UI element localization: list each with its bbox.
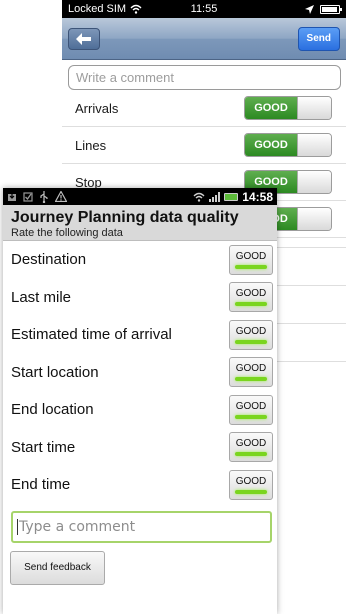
ios-navbar: Send <box>62 18 346 60</box>
warning-icon <box>55 191 67 202</box>
ios-row-label: Lines <box>75 137 107 153</box>
wifi-icon <box>130 4 142 14</box>
rating-label: End location <box>11 401 94 419</box>
on-indicator <box>235 302 267 307</box>
send-button[interactable]: Send <box>297 26 340 51</box>
on-indicator <box>235 377 267 382</box>
text-cursor <box>17 518 18 535</box>
back-button[interactable] <box>68 27 100 50</box>
page-subtitle: Rate the following data <box>11 227 123 239</box>
ios-row: Arrivals GOOD <box>62 90 346 127</box>
rating-toggle-button[interactable]: GOOD <box>229 394 273 425</box>
rating-label: Last mile <box>11 288 72 306</box>
ios-status-bar: Locked SIM 11:55 <box>62 0 346 18</box>
rating-row: End time GOOD <box>3 466 277 504</box>
carrier-label: Locked SIM <box>68 3 127 15</box>
signal-icon <box>209 191 221 202</box>
wifi-icon <box>193 192 205 202</box>
ios-row: Lines GOOD <box>62 127 346 164</box>
rating-row: Start time GOOD <box>3 429 277 467</box>
rating-row: End location GOOD <box>3 391 277 429</box>
send-feedback-button[interactable]: Send feedback <box>10 550 105 585</box>
usb-icon <box>40 190 48 203</box>
checkbox-notification-icon <box>23 191 33 202</box>
rating-label: End time <box>11 476 71 494</box>
rating-toggle-button[interactable]: GOOD <box>229 319 273 350</box>
rating-switch[interactable]: GOOD <box>244 96 332 120</box>
rating-toggle-button[interactable]: GOOD <box>229 469 273 500</box>
rating-row: Destination GOOD <box>3 241 277 279</box>
android-status-bar: 14:58 <box>3 188 277 205</box>
rating-label: Start time <box>11 438 76 456</box>
rating-switch[interactable]: GOOD <box>244 133 332 157</box>
rating-toggle-button[interactable]: GOOD <box>229 282 273 313</box>
comment-input[interactable]: Type a comment <box>11 510 272 543</box>
on-indicator <box>235 264 267 269</box>
rating-toggle-button[interactable]: GOOD <box>229 432 273 463</box>
android-clock: 14:58 <box>242 189 273 204</box>
download-icon <box>8 191 16 201</box>
on-indicator <box>235 489 267 494</box>
ios-row-label: Arrivals <box>75 100 119 116</box>
battery-icon <box>320 4 342 14</box>
rating-row: Estimated time of arrival GOOD <box>3 316 277 354</box>
rating-label: Destination <box>11 251 87 269</box>
on-indicator <box>235 339 267 344</box>
rating-row: Start location GOOD <box>3 354 277 392</box>
comment-placeholder: Type a comment <box>19 518 136 535</box>
battery-icon <box>224 192 239 201</box>
ios-comment-field[interactable]: Write a comment <box>68 65 341 90</box>
rating-label: Start location <box>11 363 99 381</box>
rating-toggle-button[interactable]: GOOD <box>229 357 273 388</box>
on-indicator <box>235 414 267 419</box>
android-screen: 14:58 Journey Planning data quality Rate… <box>3 188 277 614</box>
arrow-left-icon <box>76 32 91 45</box>
rating-row: Last mile GOOD <box>3 279 277 317</box>
rating-toggle-button[interactable]: GOOD <box>229 244 273 275</box>
location-arrow-icon <box>305 4 314 14</box>
page-title: Journey Planning data quality <box>11 209 239 226</box>
on-indicator <box>235 452 267 457</box>
page-header: Journey Planning data quality Rate the f… <box>3 205 277 241</box>
rating-label: Estimated time of arrival <box>11 326 172 344</box>
